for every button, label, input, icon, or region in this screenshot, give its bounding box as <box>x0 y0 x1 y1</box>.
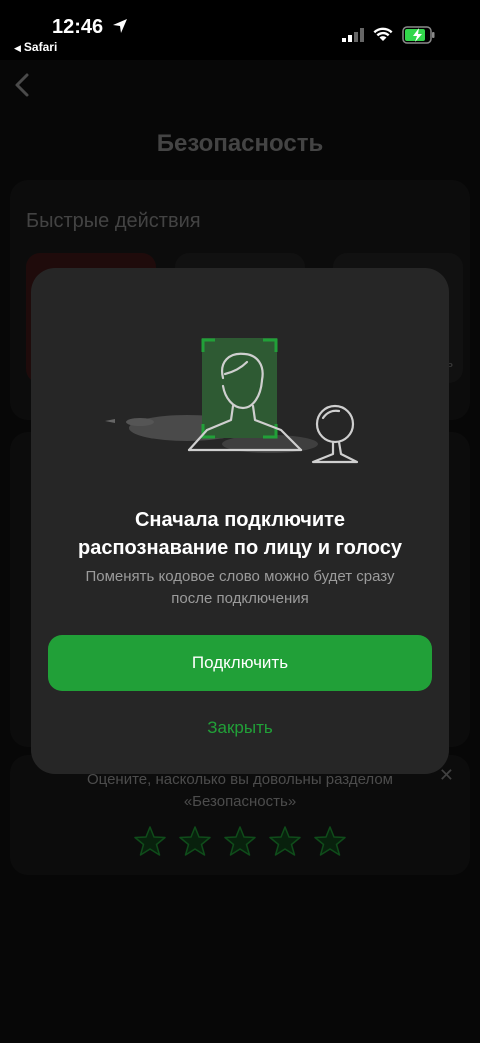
location-arrow-icon <box>113 19 127 33</box>
modal-title-line1: Сначала подключите <box>134 509 346 531</box>
biometrics-required-modal: Сначала подключите распознавание по лицу… <box>31 268 449 774</box>
status-bar: 12:46 ◀ Safari <box>0 0 480 60</box>
face-voice-recognition-illustration <box>105 338 359 464</box>
back-triangle-icon: ◀ <box>14 43 21 53</box>
connect-button[interactable]: Подключить <box>48 635 432 691</box>
modal-description-line2: после подключения <box>171 590 309 607</box>
wifi-icon <box>373 27 393 41</box>
status-time: 12:46 <box>52 16 104 38</box>
back-app-label: Safari <box>23 40 58 54</box>
modal-title: Сначала подключите распознавание по лицу… <box>31 506 449 562</box>
modal-description: Поменять кодовое слово можно будет сразу… <box>31 566 449 610</box>
cellular-signal-icon <box>342 28 364 42</box>
battery-charging-icon <box>402 26 435 44</box>
modal-title-line2: распознавание по лицу и голосу <box>78 537 402 559</box>
back-to-app-link[interactable]: ◀ Safari <box>14 40 57 54</box>
close-button[interactable]: Закрыть <box>31 718 449 738</box>
modal-description-line1: Поменять кодовое слово можно будет сразу <box>85 568 395 585</box>
